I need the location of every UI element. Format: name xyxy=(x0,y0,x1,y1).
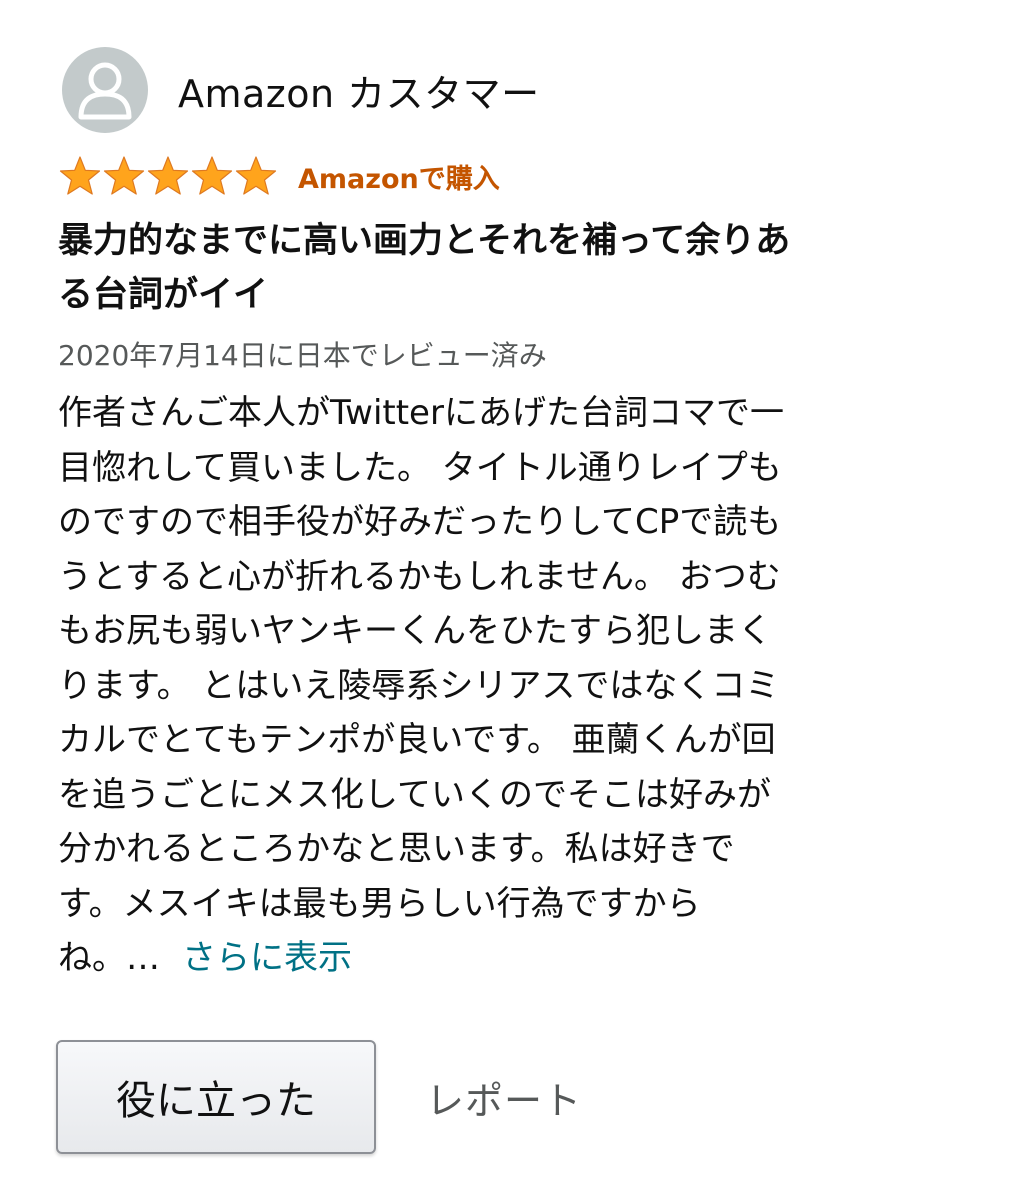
star-icon xyxy=(103,156,145,195)
review-body-line: を追うごとにメス化していくのでそこは好みが xyxy=(58,774,771,815)
review-title[interactable]: 暴力的なまでに高い画力とそれを補って余りあ る台詞がイイ xyxy=(58,214,948,322)
review-title-line: 暴力的なまでに高い画力とそれを補って余りあ xyxy=(58,221,791,261)
show-more-link[interactable]: さらに表示 xyxy=(182,938,352,978)
review-body-line: す。メスイキは最も男らしい行為ですから xyxy=(58,883,701,924)
review-body: 作者さんご本人がTwitterにあげた台詞コマで一 目惚れして買いました。 タイ… xyxy=(58,386,954,986)
helpful-button[interactable]: 役に立った xyxy=(56,1040,376,1154)
review-actions: 役に立った レポート xyxy=(56,1040,582,1154)
review-body-line: うとすると心が折れるかもしれません。 おつむ xyxy=(58,556,781,597)
review-title-line: る台詞がイイ xyxy=(58,275,269,315)
review-body-line: ります。 とはいえ陵辱系シリアスではなくコミ xyxy=(58,665,780,706)
review-body-line: 作者さんご本人がTwitterにあげた台詞コマで一 xyxy=(58,393,784,433)
review-date: 2020年7月14日に日本でレビュー済み xyxy=(58,339,547,372)
star-icon xyxy=(235,156,277,195)
star-icon xyxy=(147,156,189,195)
reviewer-profile: Amazon カスタマー xyxy=(58,46,958,134)
verified-purchase-badge: Amazonで購入 xyxy=(298,163,500,195)
star-rating xyxy=(58,154,278,198)
review-body-line: カルでとてもテンポが良いです。 亜蘭くんが回 xyxy=(58,720,776,760)
avatar xyxy=(62,47,148,133)
person-silhouette-icon xyxy=(78,62,132,120)
reviewer-name: Amazon カスタマー xyxy=(178,71,540,116)
star-icon xyxy=(191,156,233,195)
review-body-line: 分かれるところかなと思います。私は好きで xyxy=(58,829,735,869)
review-body-line: 目惚れして買いました。 タイトル通りレイプも xyxy=(58,447,782,488)
rating-row: Amazonで購入 xyxy=(58,154,958,198)
review-card: Amazon カスタマー Amazonで購入 暴力的なまでに高い画力とそれを補っ… xyxy=(58,46,958,986)
review-body-line: もお尻も弱いヤンキーくんをひたすら犯しまく xyxy=(58,611,772,651)
star-icon xyxy=(59,156,101,195)
truncated-text: ね。… xyxy=(58,938,160,978)
report-link[interactable]: レポート xyxy=(426,1070,582,1125)
review-body-line: のですので相手役が好みだったりしてCPで読も xyxy=(58,502,782,542)
review-body-last-line: ね。… さらに表示 xyxy=(58,931,954,986)
